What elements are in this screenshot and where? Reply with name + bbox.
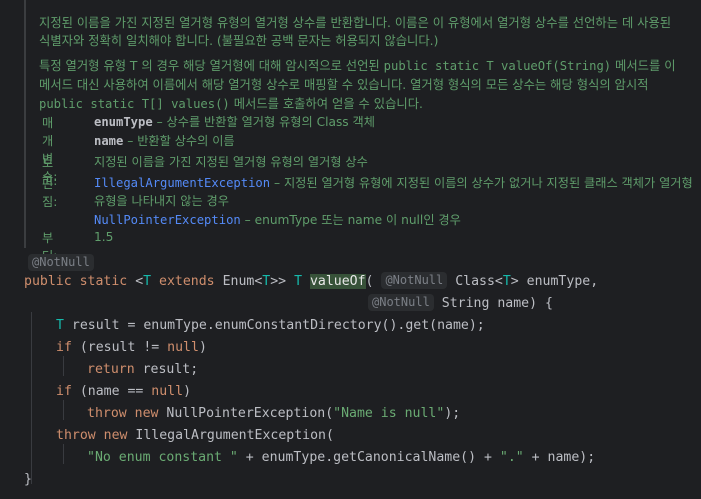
- param-name-row: name – 반환할 상수의 이름: [94, 132, 694, 150]
- code-text: ): [198, 340, 207, 355]
- code-line-5[interactable]: return result;: [87, 360, 198, 380]
- code-text: NullPointerException(: [158, 406, 334, 421]
- code-text: Enum<: [222, 274, 263, 289]
- keyword: extends: [159, 274, 215, 289]
- keyword: null: [151, 384, 184, 399]
- null-pointer-link[interactable]: NullPointerException: [94, 213, 241, 227]
- string-literal: "No enum constant ": [87, 450, 238, 465]
- type-param: T: [143, 274, 152, 289]
- keyword: throw: [56, 428, 96, 443]
- code-text: (: [365, 274, 374, 289]
- code-text: );: [444, 406, 461, 421]
- code-text: result = enumType.enumConstantDirectory(…: [63, 318, 485, 333]
- javadoc-rendered: 지정된 이름을 가진 지정된 열거형 유형의 열거형 상수를 반환합니다. 이름…: [24, 0, 701, 263]
- code-text: Class<: [455, 274, 503, 289]
- code-text: > enumType,: [510, 274, 599, 289]
- code-text: (result !=: [71, 340, 168, 355]
- code-text: (name ==: [71, 384, 152, 399]
- keyword: if: [56, 340, 72, 355]
- returns-desc: 지정된 이름을 가진 지정된 열거형 유형의 열거형 상수: [94, 155, 368, 169]
- illegal-argument-link[interactable]: IllegalArgumentException: [94, 176, 270, 190]
- string-literal: "Name is null": [333, 406, 445, 421]
- doc-text: 메서드를 호출하여 얻을 수 있습니다.: [229, 97, 423, 111]
- keyword: new: [103, 428, 128, 443]
- indent-guide: [63, 356, 64, 376]
- code-text: String name) {: [441, 296, 553, 311]
- code-line-7[interactable]: throw new NullPointerException("Name is …: [87, 404, 460, 424]
- doc-description: 지정된 이름을 가진 지정된 열거형 유형의 열거형 상수를 반환합니다. 이름…: [39, 16, 672, 48]
- keyword: throw: [87, 406, 127, 421]
- code-editor[interactable]: @NotNull public static <T extends Enum<T…: [0, 252, 701, 499]
- inlay-annotation: @NotNull: [28, 254, 94, 271]
- code-line-1[interactable]: public static <T extends Enum<T>> T valu…: [24, 272, 598, 292]
- throws-npe: NullPointerException – enumType 또는 name …: [94, 211, 694, 229]
- type-param: T: [56, 318, 64, 333]
- indent-guide: [63, 400, 64, 420]
- doc-paragraph-2: 특정 열거형 유형 T 의 경우 해당 열거형에 대해 암시적으로 선언된 pu…: [39, 57, 679, 114]
- inlay-annotation: @NotNull: [368, 294, 434, 311]
- throws-illegal-arg: IllegalArgumentException – 지정된 열거형 유형에 지…: [94, 174, 694, 210]
- code-line-2[interactable]: @NotNull String name) {: [368, 294, 553, 314]
- method-name-highlight[interactable]: valueOf: [309, 274, 366, 289]
- indent-guide: [63, 444, 64, 464]
- code-line-6[interactable]: if (name == null): [56, 382, 191, 402]
- param-desc: – 상수를 반환할 열거형 유형의 Class 객체: [152, 115, 375, 129]
- throws-desc: – enumType 또는 name 이 null인 경우: [240, 213, 461, 227]
- doc-text: 특정 열거형 유형 T 의 경우 해당 열거형에 대해 암시적으로 선언된: [39, 59, 384, 73]
- indent-guide: [31, 312, 32, 484]
- type-param: T: [502, 274, 511, 289]
- keyword: return: [87, 362, 135, 377]
- doc-code: public static T valueOf(String): [383, 59, 612, 73]
- code-line-annotation[interactable]: @NotNull: [28, 254, 94, 274]
- code-line-8[interactable]: throw new IllegalArgumentException(: [56, 426, 334, 446]
- doc-code: public static T[] values(): [39, 97, 230, 111]
- code-text: >>: [270, 274, 295, 289]
- code-line-3[interactable]: T result = enumType.enumConstantDirector…: [56, 316, 485, 336]
- keyword: public: [24, 274, 72, 289]
- code-text: result;: [134, 362, 199, 377]
- code-text: + name);: [523, 450, 596, 465]
- param-name: enumType: [94, 115, 153, 129]
- code-text: IllegalArgumentException(: [127, 428, 334, 443]
- inlay-annotation: @NotNull: [381, 272, 448, 289]
- keyword: new: [134, 406, 159, 421]
- code-line-9[interactable]: "No enum constant " + enumType.getCanoni…: [87, 448, 595, 468]
- keyword: if: [56, 384, 72, 399]
- param-desc: – 반환할 상수의 이름: [123, 134, 235, 148]
- param-name: name: [94, 134, 124, 148]
- closing-brace: }: [24, 472, 32, 487]
- code-text: <: [135, 274, 144, 289]
- since-value: 1.5: [94, 230, 114, 244]
- type-param: T: [294, 274, 303, 289]
- code-line-4[interactable]: if (result != null): [56, 338, 207, 358]
- string-literal: ".": [499, 450, 524, 465]
- keyword: static: [79, 274, 128, 289]
- code-line-10[interactable]: }: [24, 470, 32, 490]
- param-enumtype: enumType – 상수를 반환할 열거형 유형의 Class 객체: [94, 113, 694, 131]
- code-text: ): [183, 384, 192, 399]
- keyword: null: [167, 340, 199, 355]
- code-text: + enumType.getCanonicalName() +: [237, 450, 500, 465]
- throws-label: 던짐:: [42, 177, 58, 209]
